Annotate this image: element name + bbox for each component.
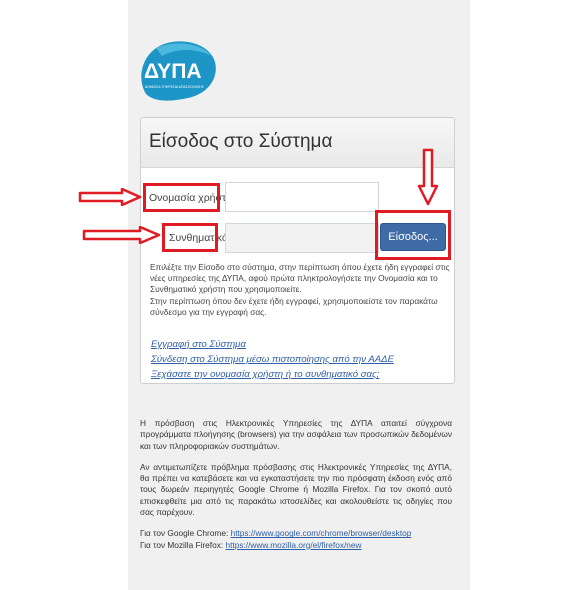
username-input[interactable] [225, 182, 379, 212]
instructions-paragraph: Επιλέξτε την Είσοδο στο σύστημα, στην πε… [150, 262, 450, 295]
login-title: Είσοδος στο Σύστημα [149, 131, 333, 152]
forgot-credentials-link[interactable]: Ξεχάσατε την ονομασία χρήστη ή το συνθημ… [151, 367, 394, 382]
login-links: Εγγραφή στο Σύστημα Σύνδεση στο Σύστημα … [151, 337, 394, 382]
firefox-prefix: Για τον Mozilla Firefox: [140, 539, 224, 550]
username-label-highlight [143, 183, 220, 212]
password-label-highlight [162, 223, 218, 252]
firefox-download-link[interactable]: https://www.mozilla.org/el/firefox/new [225, 540, 361, 550]
arrow-down-icon [417, 148, 439, 206]
login-button-highlight [375, 210, 451, 260]
instructions-paragraph: Στην περίπτωση όπου δεν έχετε ήδη εγγραφ… [150, 295, 438, 317]
logo-text: ΔΥΠΑ [144, 60, 202, 83]
arrow-right-icon [82, 226, 161, 244]
register-link[interactable]: Εγγραφή στο Σύστημα [151, 337, 394, 352]
notice-paragraph: Η πρόσβαση στις Ηλεκτρονικές Υπηρεσίες τ… [140, 418, 452, 451]
aade-login-link[interactable]: Σύνδεση στο Σύστημα μέσω πιστοποίησης απ… [151, 352, 394, 367]
password-input[interactable] [225, 223, 379, 253]
browser-notice: Η πρόσβαση στις Ηλεκτρονικές Υπηρεσίες τ… [140, 418, 452, 551]
chrome-download-link[interactable]: https://www.google.com/chrome/browser/de… [231, 528, 412, 538]
arrow-right-icon [78, 188, 142, 206]
logo-subtitle: ΔΗΜΟΣΙΑ ΥΠΗΡΕΣΙΑ ΑΠΑΣΧΟΛΗΣΗΣ [145, 85, 204, 89]
chrome-prefix: Για τον Google Chrome: [140, 528, 229, 539]
login-instructions: Επιλέξτε την Είσοδο στο σύστημα, στην πε… [150, 262, 450, 318]
notice-paragraph: Αν αντιμετωπίζετε πρόβλημα πρόσβασης στι… [140, 461, 452, 518]
login-header: Είσοδος στο Σύστημα [141, 118, 454, 168]
dypa-logo: ΔΥΠΑ ΔΗΜΟΣΙΑ ΥΠΗΡΕΣΙΑ ΑΠΑΣΧΟΛΗΣΗΣ [136, 38, 218, 102]
